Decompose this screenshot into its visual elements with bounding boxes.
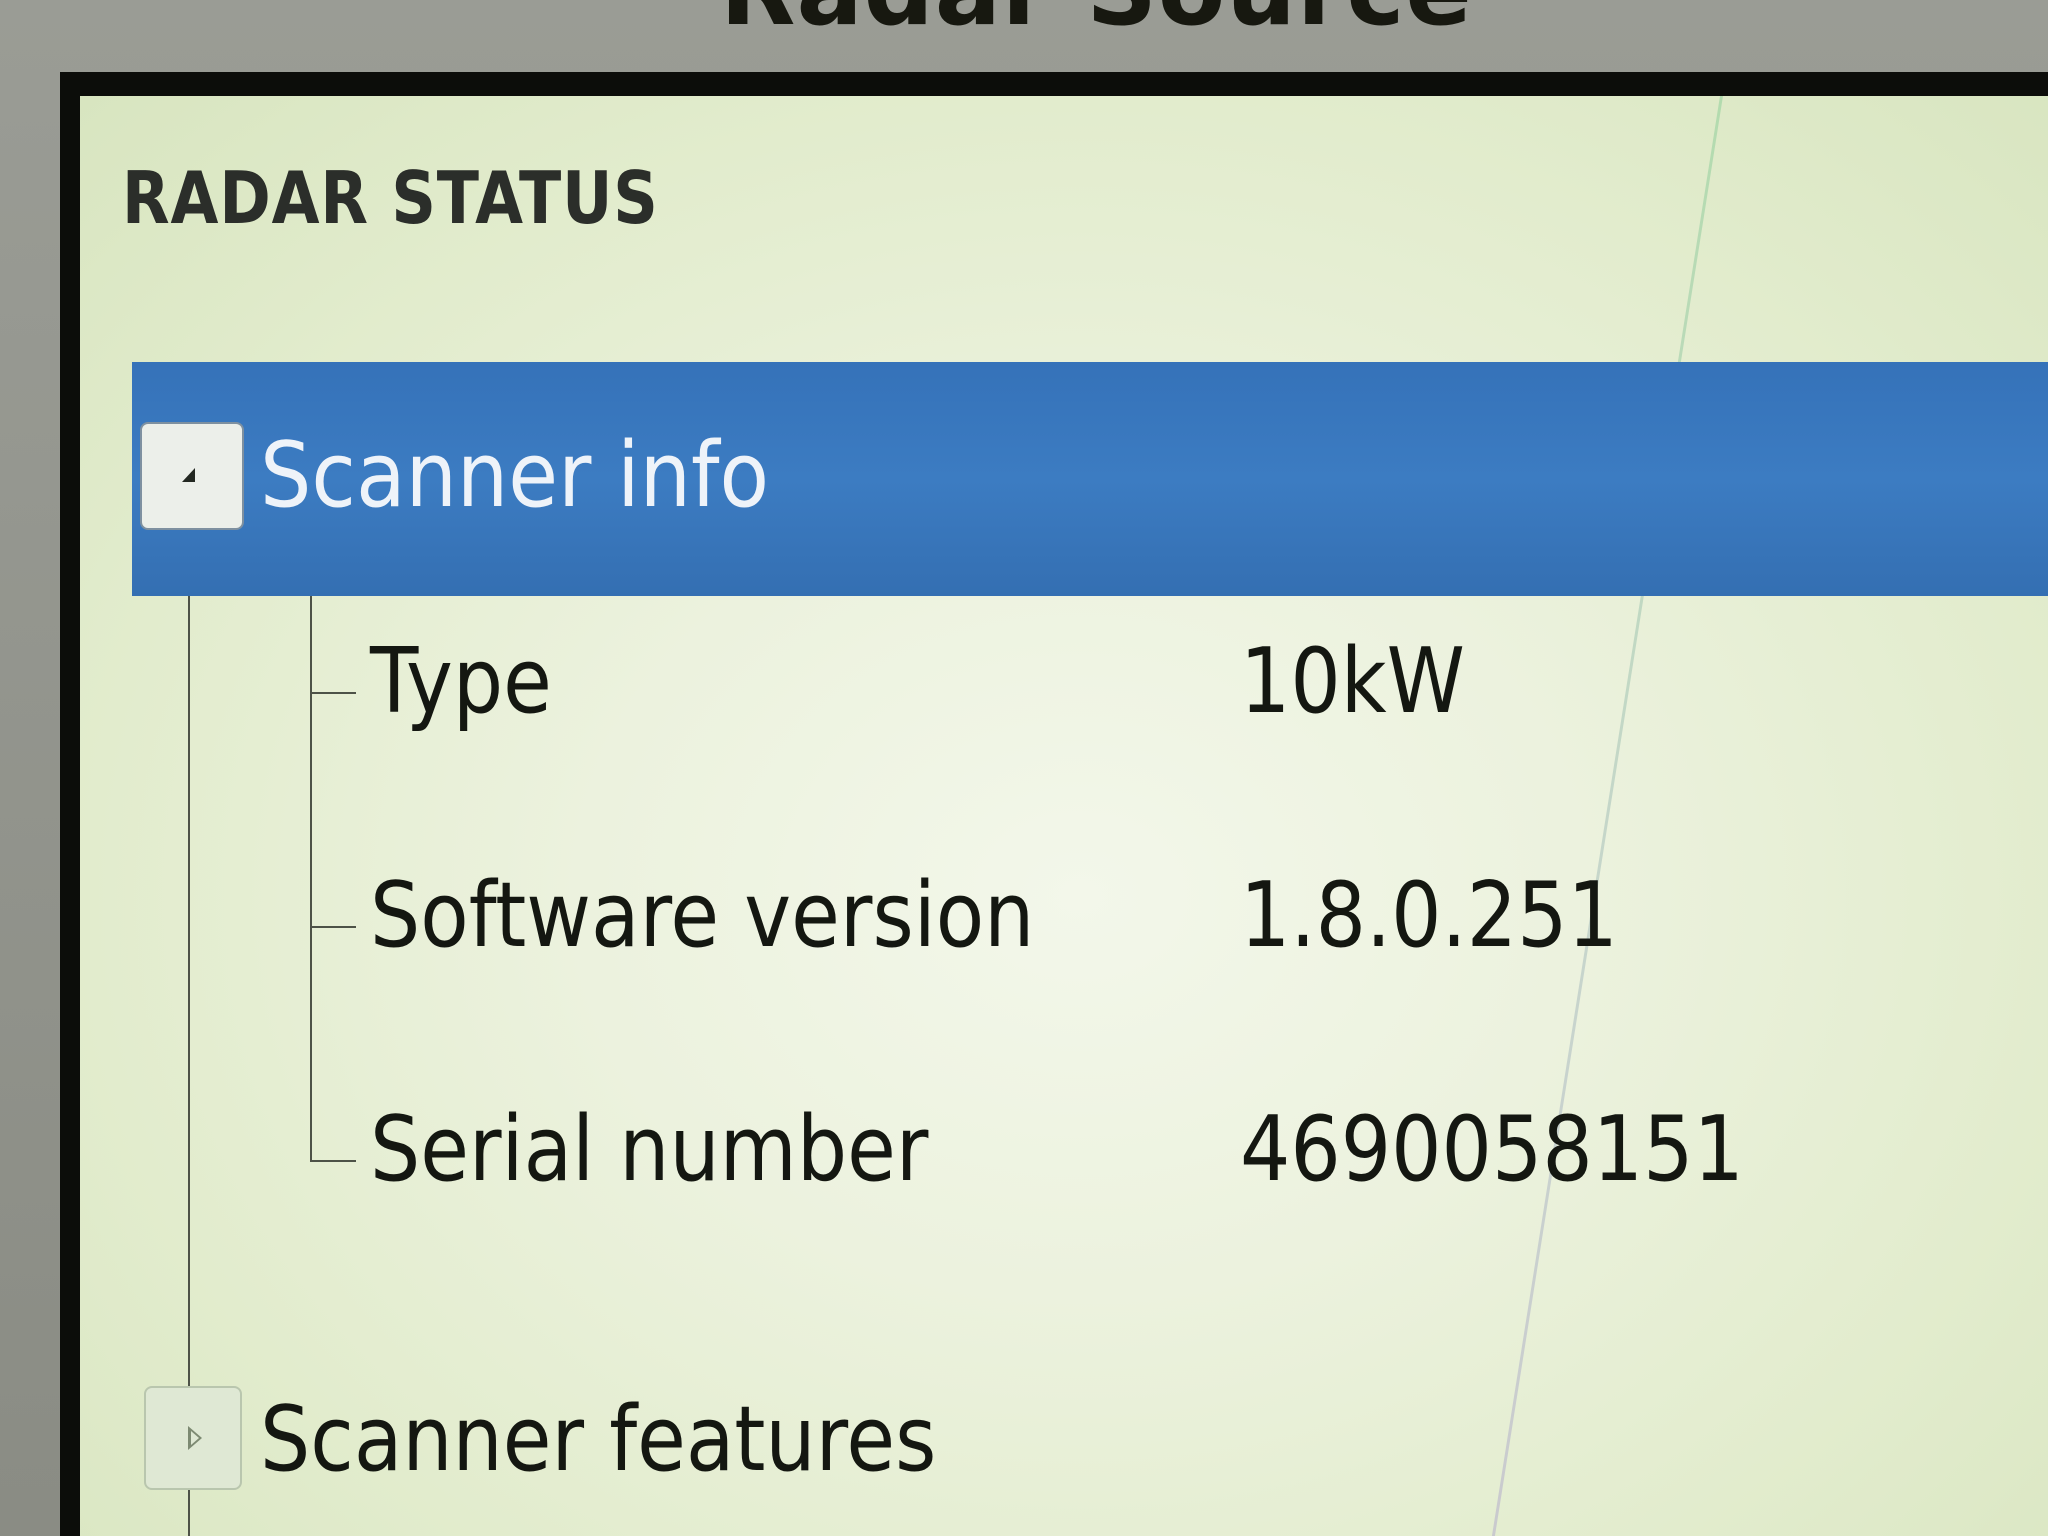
tree-item-type[interactable]: Type 10kW xyxy=(310,596,1810,748)
panel-title: RADAR STATUS xyxy=(122,156,659,240)
serial-number-label: Serial number xyxy=(370,1097,929,1202)
scanner-info-label: Scanner info xyxy=(260,423,770,528)
scanner-features-toggle[interactable] xyxy=(144,1386,242,1490)
type-value: 10kW xyxy=(1240,629,1465,734)
tree-item-software-version[interactable]: Software version 1.8.0.251 xyxy=(310,628,1810,982)
tree-item-serial-number[interactable]: Serial number 4690058151 xyxy=(310,862,1810,1216)
device-frame: Radar Source RADAR STATUS Scanner info T… xyxy=(0,0,2048,1536)
tree-branch-line xyxy=(310,1160,356,1162)
type-label: Type xyxy=(370,629,552,734)
scanner-info-toggle[interactable] xyxy=(140,422,244,530)
tree-branch-line xyxy=(310,692,356,694)
scanner-features-label: Scanner features xyxy=(260,1387,937,1492)
collapse-triangle-icon xyxy=(182,468,195,482)
software-version-label: Software version xyxy=(370,863,1035,968)
expand-triangle-icon xyxy=(188,1426,202,1450)
tree-branch-line xyxy=(310,862,312,1161)
screen-streak-artifact xyxy=(1491,96,1723,1536)
tree-branch-line xyxy=(310,926,356,928)
radar-source-title: Radar Source xyxy=(720,0,1473,40)
software-version-value: 1.8.0.251 xyxy=(1240,863,1618,968)
radar-status-screen: RADAR STATUS Scanner info Type 10kW Soft… xyxy=(80,96,2048,1536)
tree-group-scanner-info[interactable]: Scanner info xyxy=(132,362,2048,596)
tree-group-scanner-features[interactable]: Scanner features xyxy=(132,1364,2048,1514)
serial-number-value: 4690058151 xyxy=(1240,1097,1744,1202)
